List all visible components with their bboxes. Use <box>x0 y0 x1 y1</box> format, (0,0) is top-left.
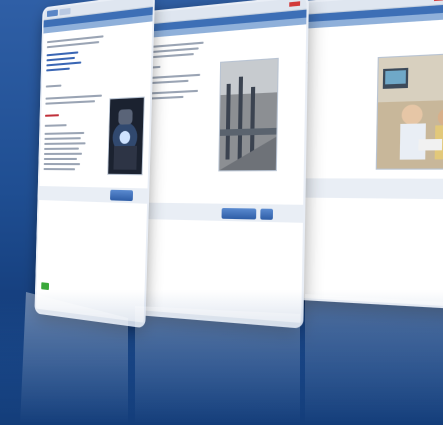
welder-sparks-photo <box>107 96 145 176</box>
page-content <box>36 21 152 326</box>
continue-button[interactable] <box>41 282 50 291</box>
hospital-monitor-photo <box>375 52 443 170</box>
screenshot-stage <box>0 0 443 425</box>
course-page-front <box>36 0 154 326</box>
page-navigation-button[interactable] <box>221 207 257 220</box>
next-page-button[interactable] <box>260 208 274 220</box>
page-navigation-button[interactable] <box>110 189 134 202</box>
factory-line-photo <box>218 57 279 172</box>
